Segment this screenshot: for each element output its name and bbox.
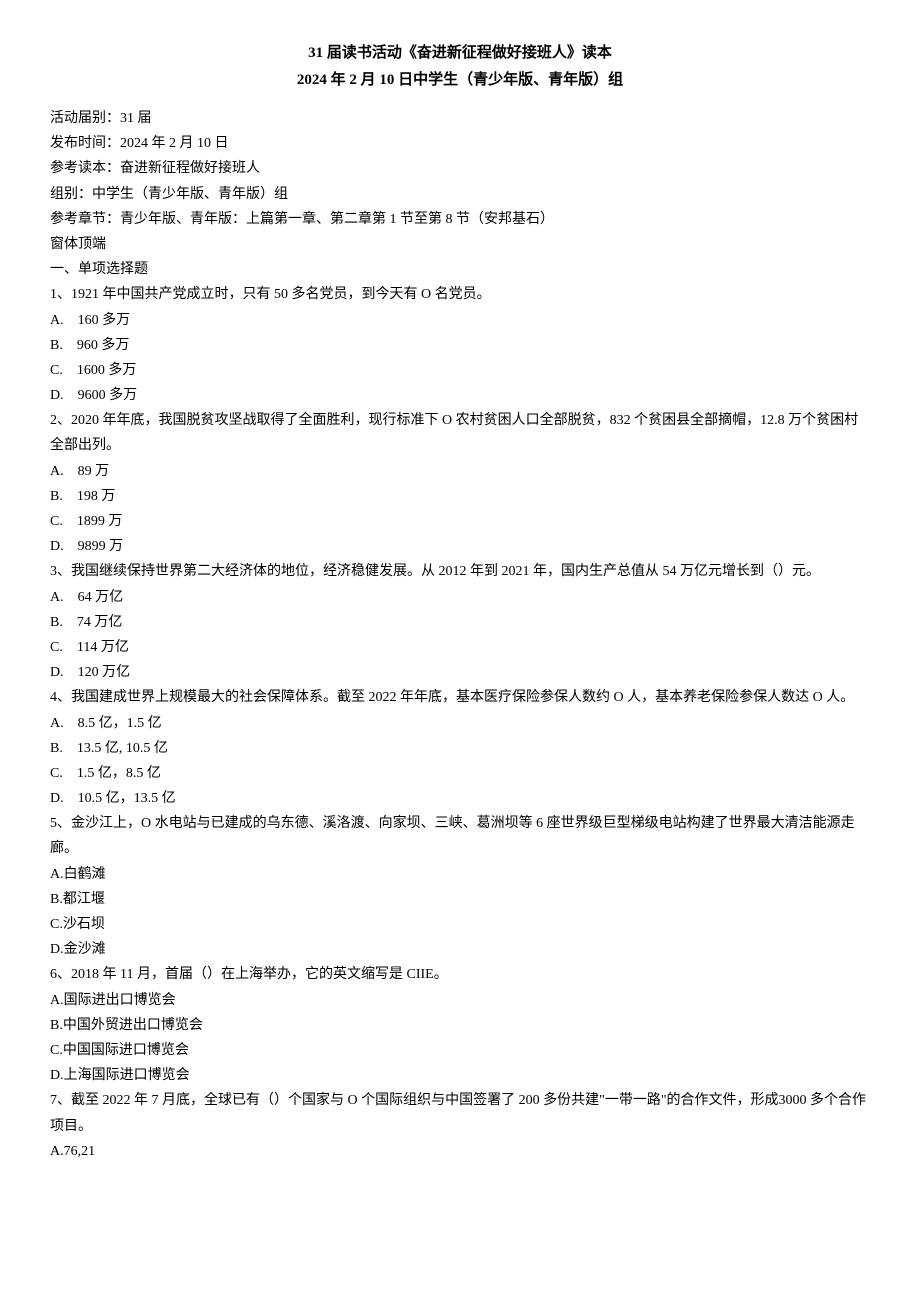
option: B.都江堰 [50,887,870,912]
title-line-2: 2024 年 2 月 10 日中学生（青少年版、青年版）组 [50,67,870,94]
meta-line: 组别：中学生（青少年版、青年版）组 [50,182,870,207]
option: C.中国国际进口博览会 [50,1038,870,1063]
option: D.上海国际进口博览会 [50,1063,870,1088]
meta-block: 活动届别：31 届 发布时间：2024 年 2 月 10 日 参考读本：奋进新征… [50,106,870,257]
question-prompt: 3、我国继续保持世界第二大经济体的地位，经济稳健发展。从 2012 年到 202… [50,559,870,584]
question-4: 4、我国建成世界上规模最大的社会保障体系。截至 2022 年年底，基本医疗保险参… [50,685,870,811]
title-line-1: 31 届读书活动《奋进新征程做好接班人》读本 [50,40,870,67]
section-header: 一、单项选择题 [50,257,870,282]
option: D. 120 万亿 [50,660,870,685]
option: B. 13.5 亿, 10.5 亿 [50,736,870,761]
option: A.国际进出口博览会 [50,988,870,1013]
meta-line: 参考读本：奋进新征程做好接班人 [50,156,870,181]
question-prompt: 6、2018 年 11 月，首届（）在上海举办，它的英文缩写是 CIIE。 [50,962,870,987]
question-prompt: 1、1921 年中国共产党成立时，只有 50 多名党员，到今天有 O 名党员。 [50,282,870,307]
option: B. 74 万亿 [50,610,870,635]
meta-line: 发布时间：2024 年 2 月 10 日 [50,131,870,156]
option: D. 9899 万 [50,534,870,559]
question-5: 5、金沙江上，O 水电站与已建成的乌东德、溪洛渡、向家坝、三峡、葛洲坝等 6 座… [50,811,870,962]
option: C. 1600 多万 [50,358,870,383]
option: A. 160 多万 [50,308,870,333]
question-prompt: 2、2020 年年底，我国脱贫攻坚战取得了全面胜利，现行标准下 O 农村贫困人口… [50,408,870,458]
option: D. 10.5 亿，13.5 亿 [50,786,870,811]
option: D. 9600 多万 [50,383,870,408]
option: B. 198 万 [50,484,870,509]
option: D.金沙滩 [50,937,870,962]
option: B.中国外贸进出口博览会 [50,1013,870,1038]
option: A.76,21 [50,1139,870,1164]
option: A.白鹤滩 [50,862,870,887]
option: C. 114 万亿 [50,635,870,660]
question-7: 7、截至 2022 年 7 月底，全球已有（）个国家与 O 个国际组织与中国签署… [50,1088,870,1164]
question-prompt: 4、我国建成世界上规模最大的社会保障体系。截至 2022 年年底，基本医疗保险参… [50,685,870,710]
option: A. 64 万亿 [50,585,870,610]
question-6: 6、2018 年 11 月，首届（）在上海举办，它的英文缩写是 CIIE。 A.… [50,962,870,1088]
option: C. 1.5 亿，8.5 亿 [50,761,870,786]
option: A. 89 万 [50,459,870,484]
meta-line: 活动届别：31 届 [50,106,870,131]
meta-line: 参考章节：青少年版、青年版：上篇第一章、第二章第 1 节至第 8 节（安邦基石） [50,207,870,232]
question-prompt: 5、金沙江上，O 水电站与已建成的乌东德、溪洛渡、向家坝、三峡、葛洲坝等 6 座… [50,811,870,861]
question-3: 3、我国继续保持世界第二大经济体的地位，经济稳健发展。从 2012 年到 202… [50,559,870,685]
question-prompt: 7、截至 2022 年 7 月底，全球已有（）个国家与 O 个国际组织与中国签署… [50,1088,870,1138]
question-1: 1、1921 年中国共产党成立时，只有 50 多名党员，到今天有 O 名党员。 … [50,282,870,408]
option: C.沙石坝 [50,912,870,937]
option: C. 1899 万 [50,509,870,534]
title-block: 31 届读书活动《奋进新征程做好接班人》读本 2024 年 2 月 10 日中学… [50,40,870,94]
option: B. 960 多万 [50,333,870,358]
question-2: 2、2020 年年底，我国脱贫攻坚战取得了全面胜利，现行标准下 O 农村贫困人口… [50,408,870,559]
option: A. 8.5 亿，1.5 亿 [50,711,870,736]
meta-line: 窗体顶端 [50,232,870,257]
